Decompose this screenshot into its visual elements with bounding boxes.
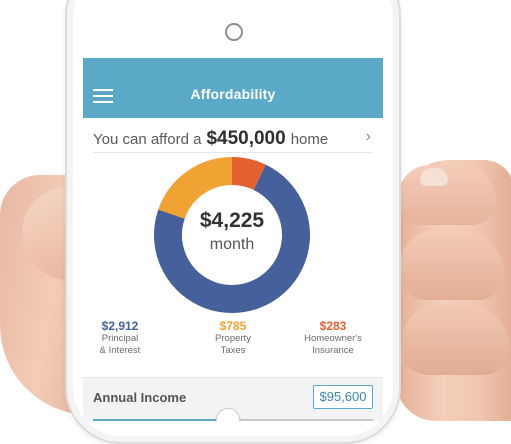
app-title: Affordability bbox=[190, 86, 276, 102]
principal-label-2: & Interest bbox=[99, 345, 141, 356]
afford-amount: $450,000 bbox=[206, 128, 286, 149]
finger bbox=[402, 305, 510, 375]
afford-suffix: home bbox=[290, 130, 329, 148]
annual-income-input[interactable]: $95,600 bbox=[313, 385, 373, 409]
fingernail bbox=[420, 168, 448, 186]
chevron-right-icon[interactable]: › bbox=[366, 128, 371, 146]
camera-icon bbox=[225, 23, 243, 41]
income-slider-handle[interactable] bbox=[216, 408, 241, 421]
taxes-value: $785 bbox=[219, 319, 247, 333]
legend-homeowners-insurance: $283 Homeowner's Insurance bbox=[293, 320, 373, 357]
insurance-value: $283 bbox=[319, 319, 347, 333]
taxes-label-1: Property bbox=[215, 333, 251, 344]
annual-income-label: Annual Income bbox=[93, 390, 187, 405]
insurance-label-1: Homeowner's bbox=[304, 333, 362, 344]
insurance-label-2: Insurance bbox=[312, 345, 354, 356]
app-bar: Affordability bbox=[83, 58, 383, 118]
monthly-payment: $4,225 bbox=[199, 209, 265, 232]
taxes-label-2: Taxes bbox=[220, 345, 246, 356]
principal-value: $2,912 bbox=[101, 319, 139, 333]
app-screen: Affordability You can afford a $450,000 … bbox=[83, 58, 383, 421]
legend-property-taxes: $785 Property Taxes bbox=[195, 320, 271, 357]
principal-label-1: Principal bbox=[101, 333, 139, 344]
legend-principal-interest: $2,912 Principal & Interest bbox=[85, 320, 155, 357]
payment-period: month bbox=[209, 236, 255, 253]
afford-prefix: You can afford a bbox=[93, 130, 202, 148]
finger bbox=[400, 230, 504, 300]
payment-donut-chart bbox=[154, 156, 310, 313]
annual-income-panel: Annual Income $95,600 bbox=[83, 377, 383, 421]
affordability-summary[interactable]: You can afford a $450,000 home › bbox=[93, 126, 373, 153]
